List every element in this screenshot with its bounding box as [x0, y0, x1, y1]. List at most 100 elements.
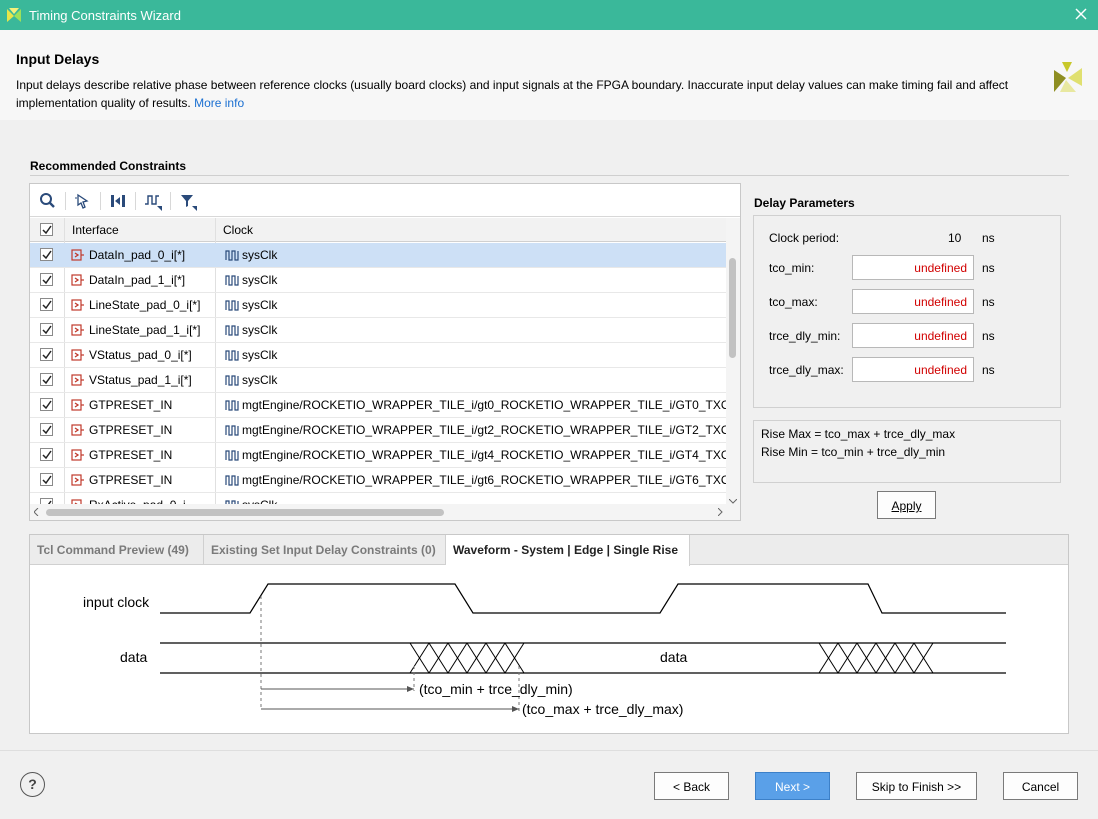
page-description: Input delays describe relative phase bet…	[16, 76, 1016, 112]
toolbar-separator	[65, 192, 66, 210]
clock-icon	[225, 375, 239, 386]
vertical-scrollbar[interactable]	[726, 218, 740, 504]
tab-tcl-command-preview[interactable]: Tcl Command Preview (49)	[30, 535, 204, 565]
interface-name: VStatus_pad_1_i[*]	[89, 373, 192, 387]
tab-strip: Tcl Command Preview (49) Existing Set In…	[30, 535, 1068, 566]
row-checkbox[interactable]	[40, 473, 53, 486]
apply-button[interactable]: Apply	[877, 491, 936, 519]
select-icon[interactable]	[73, 191, 93, 211]
row-checkbox[interactable]	[40, 348, 53, 361]
footer-divider	[0, 750, 1098, 751]
table-header: Interface Clock	[30, 218, 726, 242]
scroll-right-icon[interactable]	[718, 508, 723, 516]
delay-parameters-box: Clock period: 10 ns tco_min: undefined n…	[753, 215, 1061, 408]
trce-dly-min-input[interactable]: undefined	[852, 323, 974, 348]
help-button[interactable]: ?	[20, 772, 45, 797]
horizontal-scrollbar[interactable]	[30, 504, 740, 520]
trce-dly-max-unit: ns	[982, 363, 995, 377]
row-checkbox[interactable]	[40, 298, 53, 311]
clock-icon	[225, 400, 239, 411]
input-port-icon	[71, 299, 84, 311]
row-checkbox[interactable]	[40, 398, 53, 411]
table-toolbar	[30, 184, 740, 217]
cancel-button[interactable]: Cancel	[1003, 772, 1078, 800]
page-header: Input Delays Input delays describe relat…	[0, 30, 1098, 120]
toolbar-separator	[100, 192, 101, 210]
input-port-icon	[71, 449, 84, 461]
tco-max-input[interactable]: undefined	[852, 289, 974, 314]
rise-min-formula: Rise Min = tco_min + trce_dly_min	[761, 445, 946, 459]
input-port-icon	[71, 474, 84, 486]
interface-name: DataIn_pad_1_i[*]	[89, 273, 186, 287]
table-row[interactable]: GTPRESET_IN mgtEngine/ROCKETIO_WRAPPER_TI…	[30, 393, 726, 418]
data-transition-region	[409, 642, 525, 674]
row-checkbox[interactable]	[40, 373, 53, 386]
data-mid-label: data	[660, 649, 687, 665]
clock-icon	[225, 475, 239, 486]
clock-period-value: 10	[948, 231, 962, 245]
clock-icon	[225, 425, 239, 436]
clock-name: sysClk	[242, 248, 278, 262]
tco-min-input[interactable]: undefined	[852, 255, 974, 280]
scroll-left-icon[interactable]	[34, 508, 39, 516]
vertical-scroll-thumb[interactable]	[729, 258, 736, 358]
row-checkbox[interactable]	[40, 273, 53, 286]
tco-max-unit: ns	[982, 295, 995, 309]
trce-dly-min-label: trce_dly_min:	[769, 329, 841, 343]
row-checkbox[interactable]	[40, 248, 53, 261]
input-port-icon	[71, 374, 84, 386]
description-text: Input delays describe relative phase bet…	[16, 78, 1009, 110]
clock-name: mgtEngine/ROCKETIO_WRAPPER_TILE_i/gt6_RO…	[242, 473, 726, 487]
table-row[interactable]: LineState_pad_1_i[*] sysClk	[30, 318, 726, 343]
tco-min-unit: ns	[982, 261, 995, 275]
collapse-icon[interactable]	[108, 191, 128, 211]
more-info-link[interactable]: More info	[194, 96, 244, 110]
filter-icon[interactable]	[178, 191, 198, 211]
table-row[interactable]: DataIn_pad_1_i[*] sysClk	[30, 268, 726, 293]
clock-name: mgtEngine/ROCKETIO_WRAPPER_TILE_i/gt0_RO…	[242, 398, 726, 412]
skip-to-finish-button[interactable]: Skip to Finish >>	[856, 772, 977, 800]
interface-name: GTPRESET_IN	[89, 398, 173, 412]
formula-box: Rise Max = tco_max + trce_dly_max Rise M…	[753, 420, 1061, 483]
apply-label: Apply	[891, 499, 922, 513]
back-button[interactable]: < Back	[654, 772, 729, 800]
search-icon[interactable]	[38, 191, 58, 211]
waveform-icon[interactable]	[143, 191, 163, 211]
row-checkbox[interactable]	[40, 423, 53, 436]
tco-min-label: tco_min:	[769, 261, 815, 275]
close-icon[interactable]	[1072, 5, 1090, 23]
row-checkbox[interactable]	[40, 323, 53, 336]
trce-dly-max-input[interactable]: undefined	[852, 357, 974, 382]
clock-period-label: Clock period:	[769, 231, 840, 245]
table-row[interactable]: VStatus_pad_0_i[*] sysClk	[30, 343, 726, 368]
waveform-diagram: input clock data data (tco_min + trce_dl…	[83, 583, 1006, 717]
rise-max-formula: Rise Max = tco_max + trce_dly_max	[761, 427, 956, 441]
tab-existing-constraints[interactable]: Existing Set Input Delay Constraints (0)	[204, 535, 446, 565]
column-header-clock[interactable]: Clock	[223, 223, 253, 237]
clock-name: mgtEngine/ROCKETIO_WRAPPER_TILE_i/gt4_RO…	[242, 448, 726, 462]
data-label: data	[120, 649, 147, 665]
clock-name: sysClk	[242, 373, 278, 387]
horizontal-scroll-thumb[interactable]	[46, 509, 444, 516]
column-header-interface[interactable]: Interface	[72, 223, 119, 237]
table-row[interactable]: GTPRESET_IN mgtEngine/ROCKETIO_WRAPPER_TI…	[30, 443, 726, 468]
row-checkbox[interactable]	[40, 448, 53, 461]
recommended-constraints-label: Recommended Constraints	[30, 159, 187, 173]
clock-icon	[225, 300, 239, 311]
table-row[interactable]: RxActive_pad_0_isysClk	[30, 493, 726, 504]
table-row[interactable]: GTPRESET_IN mgtEngine/ROCKETIO_WRAPPER_TI…	[30, 418, 726, 443]
table-row[interactable]: VStatus_pad_1_i[*] sysClk	[30, 368, 726, 393]
interface-name: DataIn_pad_0_i[*]	[89, 248, 186, 262]
input-port-icon	[71, 274, 84, 286]
next-button[interactable]: Next >	[755, 772, 830, 800]
clock-waveform	[160, 583, 1006, 614]
table-row[interactable]: LineState_pad_0_i[*] sysClk	[30, 293, 726, 318]
interface-name: GTPRESET_IN	[89, 423, 173, 437]
clock-name: sysClk	[242, 348, 278, 362]
clock-icon	[225, 275, 239, 286]
table-row[interactable]: DataIn_pad_0_i[*] sysClk	[30, 243, 726, 268]
table-row[interactable]: GTPRESET_IN mgtEngine/ROCKETIO_WRAPPER_TI…	[30, 468, 726, 493]
tab-waveform[interactable]: Waveform - System | Edge | Single Rise	[446, 535, 690, 566]
toolbar-separator	[170, 192, 171, 210]
select-all-checkbox[interactable]	[40, 223, 53, 236]
